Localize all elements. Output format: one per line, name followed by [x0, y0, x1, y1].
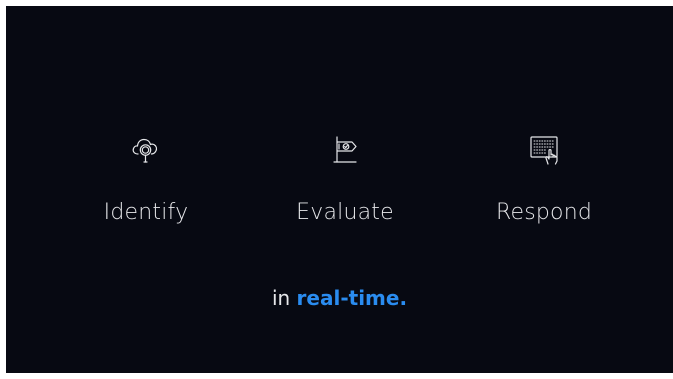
step-evaluate: Evaluate: [275, 133, 415, 243]
tagline-accent: real-time.: [296, 286, 408, 310]
step-label-evaluate: Evaluate: [296, 200, 394, 225]
tagline-prefix: in: [271, 286, 291, 310]
slide: Identify Evaluate Respond in real-time.: [6, 6, 673, 373]
step-respond: Respond: [474, 133, 614, 243]
flag-check-icon: [333, 136, 357, 163]
touch-screen-icon: [530, 136, 558, 165]
step-label-respond: Respond: [495, 200, 593, 225]
step-label-identify: Identify: [103, 200, 189, 225]
step-identify: Identify: [76, 133, 216, 243]
steps-row: Identify Evaluate Respond: [6, 133, 673, 243]
tagline: in real-time.: [6, 286, 673, 310]
cloud-search-icon: [132, 138, 158, 163]
